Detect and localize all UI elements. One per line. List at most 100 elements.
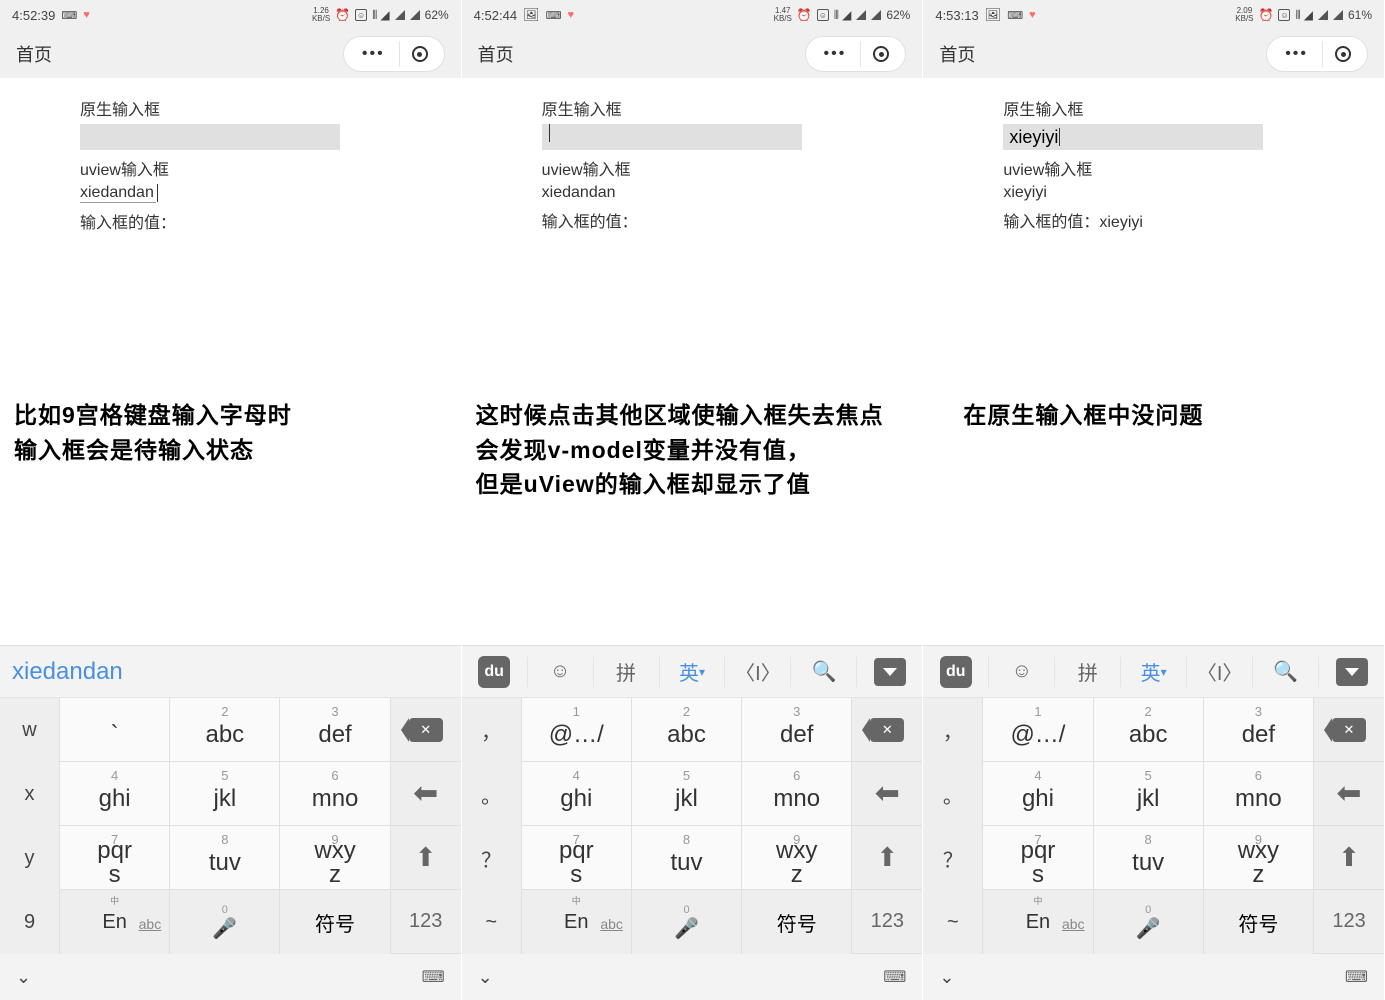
- close-target-icon[interactable]: [861, 42, 901, 66]
- collapse-toolbar-icon[interactable]: [857, 657, 922, 687]
- pinyin-mode[interactable]: 拼: [1055, 657, 1121, 687]
- num-key[interactable]: 123: [391, 890, 461, 954]
- key-2[interactable]: 2abc: [632, 698, 742, 762]
- mic-key[interactable]: 0🎤: [632, 890, 742, 954]
- key-2[interactable]: 2abc: [1094, 698, 1204, 762]
- side-key[interactable]: ？: [462, 826, 522, 890]
- uview-input[interactable]: xieyiyi: [1003, 184, 1384, 202]
- symbol-key[interactable]: 符号: [280, 890, 390, 954]
- menu-dots-icon[interactable]: •••: [1271, 41, 1323, 67]
- key-8[interactable]: 8tuv: [632, 826, 742, 890]
- collapse-keyboard-icon[interactable]: ⌄: [939, 967, 954, 988]
- key-7[interactable]: 7pqrs: [522, 826, 632, 890]
- key-7[interactable]: 7pqrs: [983, 826, 1093, 890]
- num-key[interactable]: 123: [852, 890, 922, 954]
- key-5[interactable]: 5jkl: [632, 762, 742, 826]
- key-1[interactable]: 1@…/: [983, 698, 1093, 762]
- mic-key[interactable]: 0🎤: [1094, 890, 1204, 954]
- cursor-mode-icon[interactable]: 〈I〉: [1187, 657, 1253, 687]
- key-9[interactable]: 9wxyz: [1204, 826, 1314, 890]
- key-5[interactable]: 5jkl: [1094, 762, 1204, 826]
- search-icon[interactable]: 🔍: [791, 657, 857, 687]
- lang-key[interactable]: 中Enabc: [60, 890, 170, 954]
- key-2[interactable]: 2abc: [170, 698, 280, 762]
- key-9[interactable]: 9wxyz: [742, 826, 852, 890]
- side-key[interactable]: ~: [462, 890, 522, 954]
- key-4[interactable]: 4ghi: [983, 762, 1093, 826]
- side-key[interactable]: ？: [923, 826, 983, 890]
- symbol-key[interactable]: 符号: [1204, 890, 1314, 954]
- side-key[interactable]: x: [0, 762, 60, 826]
- menu-dots-icon[interactable]: •••: [810, 41, 862, 67]
- native-input[interactable]: [80, 124, 340, 150]
- key-3[interactable]: 3def: [742, 698, 852, 762]
- key-7[interactable]: 7pqrs: [60, 826, 170, 890]
- keyboard-switch-icon[interactable]: ⌨: [1345, 967, 1368, 987]
- close-target-icon[interactable]: [400, 42, 440, 66]
- key-6[interactable]: 6mno: [1204, 762, 1314, 826]
- baidu-icon[interactable]: du: [462, 657, 528, 687]
- side-key[interactable]: ~: [923, 890, 983, 954]
- keyboard-footer: ⌄⌨: [0, 954, 461, 1000]
- key-1[interactable]: 1@…/: [522, 698, 632, 762]
- search-icon[interactable]: 🔍: [1253, 657, 1319, 687]
- backspace-key[interactable]: ✕: [852, 698, 922, 762]
- side-key[interactable]: ，: [462, 698, 522, 762]
- capsule-button[interactable]: •••: [343, 36, 445, 72]
- side-key[interactable]: ，: [923, 698, 983, 762]
- key-5[interactable]: 5jkl: [170, 762, 280, 826]
- enter-key[interactable]: ⬅: [1314, 762, 1384, 826]
- nav-bar: 首页 •••: [462, 30, 923, 78]
- shift-key[interactable]: ⬆: [391, 826, 461, 890]
- key-9[interactable]: 9wxyz: [280, 826, 390, 890]
- native-input[interactable]: [542, 124, 802, 150]
- candidate-word[interactable]: xiedandan: [0, 646, 461, 698]
- symbol-key[interactable]: 符号: [742, 890, 852, 954]
- backspace-key[interactable]: ✕: [391, 698, 461, 762]
- menu-dots-icon[interactable]: •••: [348, 41, 400, 67]
- key-1[interactable]: `: [60, 698, 170, 762]
- enter-key[interactable]: ⬅: [391, 762, 461, 826]
- native-input[interactable]: xieyiyi: [1003, 124, 1263, 150]
- uview-input[interactable]: xiedandan: [80, 184, 461, 209]
- collapse-keyboard-icon[interactable]: ⌄: [478, 967, 493, 988]
- english-mode[interactable]: 英▾: [1121, 657, 1187, 687]
- key-6[interactable]: 6mno: [742, 762, 852, 826]
- key-4[interactable]: 4ghi: [522, 762, 632, 826]
- pinyin-mode[interactable]: 拼: [594, 657, 660, 687]
- side-key[interactable]: 9: [0, 890, 60, 954]
- shift-key[interactable]: ⬆: [1314, 826, 1384, 890]
- lang-key[interactable]: 中Enabc: [522, 890, 632, 954]
- close-target-icon[interactable]: [1323, 42, 1363, 66]
- key-4[interactable]: 4ghi: [60, 762, 170, 826]
- collapse-keyboard-icon[interactable]: ⌄: [16, 967, 31, 988]
- key-3[interactable]: 3def: [280, 698, 390, 762]
- lang-key[interactable]: 中Enabc: [983, 890, 1093, 954]
- key-6[interactable]: 6mno: [280, 762, 390, 826]
- english-mode[interactable]: 英▾: [660, 657, 726, 687]
- baidu-icon[interactable]: du: [923, 657, 989, 687]
- capsule-button[interactable]: •••: [1266, 36, 1368, 72]
- keyboard-switch-icon[interactable]: ⌨: [422, 967, 445, 987]
- page-content: 原生输入框 uview输入框 xiedandan 输入框的值： 这时候点击其他区…: [462, 78, 923, 645]
- collapse-toolbar-icon[interactable]: [1319, 657, 1384, 687]
- mic-key[interactable]: 0🎤: [170, 890, 280, 954]
- capsule-button[interactable]: •••: [805, 36, 907, 72]
- keyboard-switch-icon[interactable]: ⌨: [883, 967, 906, 987]
- shift-key[interactable]: ⬆: [852, 826, 922, 890]
- side-key[interactable]: 。: [462, 762, 522, 826]
- backspace-key[interactable]: ✕: [1314, 698, 1384, 762]
- key-8[interactable]: 8tuv: [170, 826, 280, 890]
- uview-input[interactable]: xiedandan: [542, 184, 923, 202]
- key-3[interactable]: 3def: [1204, 698, 1314, 762]
- native-input-label: 原生输入框: [1003, 96, 1384, 120]
- emoji-icon[interactable]: ☺: [989, 657, 1055, 687]
- enter-key[interactable]: ⬅: [852, 762, 922, 826]
- emoji-icon[interactable]: ☺: [528, 657, 594, 687]
- num-key[interactable]: 123: [1314, 890, 1384, 954]
- key-8[interactable]: 8tuv: [1094, 826, 1204, 890]
- side-key[interactable]: 。: [923, 762, 983, 826]
- cursor-mode-icon[interactable]: 〈I〉: [725, 657, 791, 687]
- side-key[interactable]: w: [0, 698, 60, 762]
- side-key[interactable]: y: [0, 826, 60, 890]
